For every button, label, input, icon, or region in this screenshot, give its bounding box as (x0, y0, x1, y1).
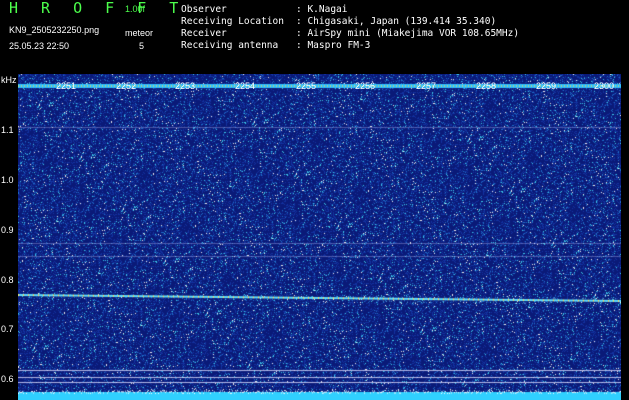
location-value: : Chigasaki, Japan (139.414 35.340) (296, 16, 497, 27)
time-mark: 2254 (235, 81, 256, 91)
antenna-value: : Maspro FM-3 (296, 40, 371, 51)
time-mark: 2253 (175, 81, 196, 91)
location-label: Receiving Location (181, 16, 284, 27)
meteor-label: meteor (125, 28, 154, 38)
time-mark: 2257 (416, 81, 437, 91)
y-tick: 0.7 (1, 324, 14, 334)
time-mark: 2251 (56, 81, 77, 91)
time-mark: 2252 (116, 81, 137, 91)
meteor-count: 5 (139, 41, 145, 51)
y-tick: 0.9 (1, 225, 14, 235)
receiver-label: Receiver (181, 28, 227, 39)
filename-label: KN9_2505232250.png (9, 25, 100, 35)
version-label: 1.00f (125, 4, 146, 14)
y-tick: 0.8 (1, 275, 14, 285)
y-tick: 1.1 (1, 125, 14, 135)
app-title: H R O F F T (9, 0, 186, 17)
time-mark: 2300 (594, 81, 615, 91)
time-mark: 2258 (476, 81, 497, 91)
observer-value: : K.Nagai (296, 4, 348, 15)
y-axis-unit: kHz (1, 75, 17, 85)
y-tick: 0.6 (1, 374, 14, 384)
receiver-value: : AirSpy mini (Miakejima VOR 108.65MHz) (296, 28, 520, 39)
time-mark: 2259 (536, 81, 557, 91)
time-mark: 2256 (355, 81, 376, 91)
observer-label: Observer (181, 4, 227, 15)
spectrogram-canvas (18, 74, 621, 400)
header-panel: H R O F F T 1.00f KN9_2505232250.png met… (0, 0, 629, 74)
datetime-label: 25.05.23 22:50 (9, 41, 70, 51)
y-tick: 1.0 (1, 175, 14, 185)
time-mark: 2255 (296, 81, 317, 91)
antenna-label: Receiving antenna (181, 40, 279, 51)
